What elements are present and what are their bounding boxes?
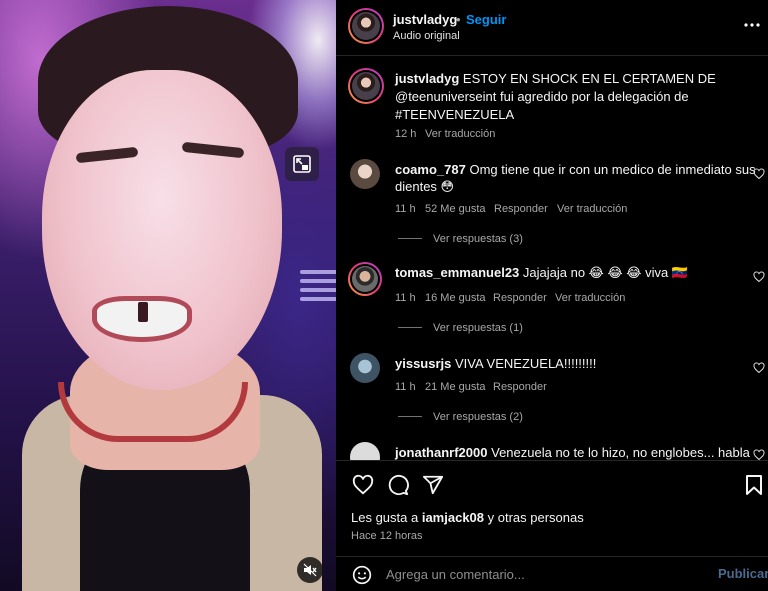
caption-time[interactable]: 12 h — [395, 125, 416, 143]
caption-line-1: justvladyg ESTOY EN SHOCK EN EL CERTAMEN… — [395, 70, 716, 88]
comment-line-1: yissusrjs VIVA VENEZUELA!!!!!!!!! — [395, 355, 596, 373]
comment-avatar[interactable] — [350, 159, 380, 189]
comment-input[interactable] — [386, 563, 706, 585]
picture-in-picture-button[interactable] — [285, 147, 319, 181]
save-bookmark-icon[interactable] — [744, 474, 764, 496]
audio-label[interactable]: Audio original — [393, 27, 460, 45]
comment-reply-button[interactable]: Responder — [494, 200, 548, 218]
comment-avatar[interactable] — [348, 262, 382, 296]
comment-text: Omg tiene que ir con un medico de inmedi… — [469, 162, 756, 177]
comment-like-heart-icon[interactable] — [753, 271, 765, 283]
person-missing-tooth — [138, 302, 148, 322]
caption-text-2: @teenuniverseint fui agredido por la del… — [395, 89, 689, 104]
comment-username[interactable]: jonathanrf2000 — [395, 445, 487, 460]
emoji-smiley-icon[interactable] — [352, 565, 372, 585]
share-send-icon[interactable] — [422, 474, 444, 496]
add-comment-bar: Publicar — [336, 556, 768, 591]
view-replies-button[interactable]: Ver respuestas (1) — [433, 319, 523, 337]
muted-speaker-icon — [303, 563, 317, 577]
comment-avatar[interactable] — [350, 353, 380, 383]
likes-prefix: Les gusta a — [351, 510, 419, 525]
liked-by-user[interactable]: iamjack08 — [422, 510, 484, 525]
more-options-button[interactable] — [744, 22, 760, 28]
comment-time[interactable]: 11 h — [395, 200, 416, 218]
comments-list[interactable]: justvladyg ESTOY EN SHOCK EN EL CERTAMEN… — [336, 57, 768, 460]
likes-summary: Les gusta a iamjack08 y otras personas — [351, 509, 584, 527]
view-replies-button[interactable]: Ver respuestas (2) — [433, 408, 523, 426]
replies-divider — [398, 416, 422, 417]
author-avatar[interactable] — [348, 8, 384, 44]
comment-reply-button[interactable]: Responder — [493, 289, 547, 307]
comment-username[interactable]: coamo_787 — [395, 162, 466, 177]
comment-like-heart-icon[interactable] — [753, 449, 765, 460]
mute-toggle-button[interactable] — [297, 557, 323, 583]
comment-like-heart-icon[interactable] — [753, 168, 765, 180]
comment-time[interactable]: 11 h — [395, 289, 416, 307]
post-detail-panel: justvladyg • Seguir Audio original justv… — [336, 0, 768, 591]
comment-text: Venezuela no te lo hizo, no englobes... … — [491, 445, 750, 460]
follow-button[interactable]: Seguir — [466, 11, 506, 29]
picture-in-picture-icon — [293, 155, 311, 173]
stage-light-decoration — [300, 270, 336, 330]
comment-time[interactable]: 11 h — [395, 378, 416, 396]
more-horizontal-icon — [744, 23, 760, 27]
comment-username[interactable]: yissusrjs — [395, 356, 451, 371]
post-header: justvladyg • Seguir Audio original — [336, 0, 768, 56]
comment-likes[interactable]: 16 Me gusta — [425, 289, 486, 307]
comment-line-1: tomas_emmanuel23 Jajajaja no 😂 😂 😂 viva … — [395, 264, 688, 282]
caption-text-3: #TEENVENEZUELA — [395, 107, 515, 122]
person-necklace — [58, 382, 248, 442]
post-media-video[interactable] — [0, 0, 336, 591]
comment-username[interactable]: tomas_emmanuel23 — [395, 265, 519, 280]
comment-text: Jajajaja no 😂 😂 😂 viva 🇻🇪 — [522, 265, 688, 280]
comment-bubble-icon[interactable] — [387, 474, 409, 496]
comment-text-continued: dientes 😳 — [395, 179, 455, 194]
comment-translate-link[interactable]: Ver traducción — [557, 200, 627, 218]
comment-like-heart-icon[interactable] — [753, 362, 765, 374]
caption-avatar[interactable] — [348, 68, 384, 104]
comment-line-1: coamo_787 Omg tiene que ir con un medico… — [395, 161, 756, 179]
person-face — [42, 70, 282, 390]
comment-likes[interactable]: 52 Me gusta — [425, 200, 486, 218]
likes-others-link[interactable]: y otras personas — [488, 510, 584, 525]
like-heart-icon[interactable] — [352, 474, 374, 496]
comment-line-1: jonathanrf2000 Venezuela no te lo hizo, … — [395, 444, 750, 460]
post-timestamp[interactable]: Hace 12 horas — [351, 527, 423, 545]
comment-text: VIVA VENEZUELA!!!!!!!!! — [455, 356, 597, 371]
caption-text-1: ESTOY EN SHOCK EN EL CERTAMEN DE — [462, 71, 716, 86]
view-replies-button[interactable]: Ver respuestas (3) — [433, 230, 523, 248]
comment-avatar[interactable] — [350, 442, 380, 460]
post-actions: Les gusta a iamjack08 y otras personas H… — [336, 460, 768, 555]
comment-translate-link[interactable]: Ver traducción — [555, 289, 625, 307]
comment-reply-button[interactable]: Responder — [493, 378, 547, 396]
publish-comment-button[interactable]: Publicar — [718, 565, 768, 583]
caption-username[interactable]: justvladyg — [395, 71, 459, 86]
replies-divider — [398, 238, 422, 239]
comment-likes[interactable]: 21 Me gusta — [425, 378, 486, 396]
replies-divider — [398, 327, 422, 328]
caption-translate-link[interactable]: Ver traducción — [425, 125, 495, 143]
